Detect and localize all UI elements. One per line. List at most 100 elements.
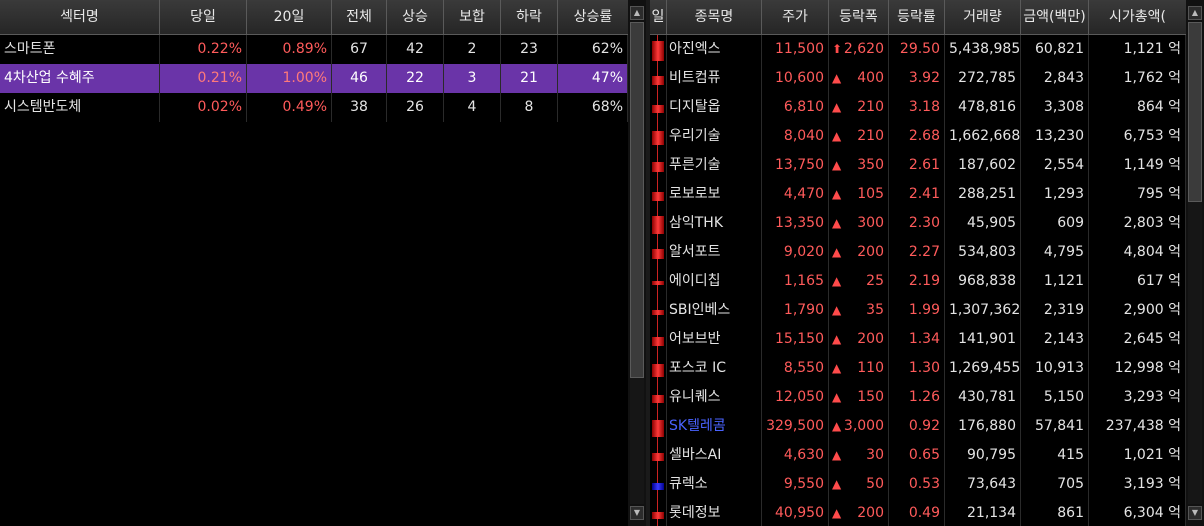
stock-row[interactable]: 푸른기술 13,750 ▲ 350 2.61 187,602 2,554 1,149 억 (650, 151, 1186, 180)
stock-row[interactable]: SK텔레콤 329,500 ▲ 3,000 0.92 176,880 57,841 237,4… (650, 412, 1186, 441)
header-today[interactable]: 당일 (160, 0, 247, 34)
volume: 45,905 (945, 209, 1021, 238)
change-rate: 0.53 (889, 470, 945, 499)
stock-name[interactable]: SK텔레콤 (667, 412, 762, 441)
header-market-cap[interactable]: 시가총액( (1089, 0, 1186, 34)
market-cap: 237,438 억 (1089, 412, 1186, 441)
volume: 187,602 (945, 151, 1021, 180)
stock-name[interactable]: 어보브반 (667, 325, 762, 354)
header-day[interactable]: 일 (650, 0, 667, 34)
header-sector-name[interactable]: 섹터명 (0, 0, 160, 34)
change-amount: 35 (866, 302, 884, 318)
stock-name[interactable]: 푸른기술 (667, 151, 762, 180)
change-rate: 0.49 (889, 499, 945, 526)
stock-name[interactable]: 알서포트 (667, 238, 762, 267)
change-amount-cell: ▲ 110 (829, 354, 889, 383)
stock-name[interactable]: 디지탈옵 (667, 93, 762, 122)
change-amount: 110 (857, 360, 884, 376)
header-up-rate[interactable]: 상승률 (558, 0, 628, 34)
stock-name[interactable]: 로보로보 (667, 180, 762, 209)
stock-row[interactable]: 디지탈옵 6,810 ▲ 210 3.18 478,816 3,308 864 억 (650, 93, 1186, 122)
header-price[interactable]: 주가 (762, 0, 829, 34)
stock-scrollbar[interactable]: ▲ ▼ (1186, 0, 1204, 526)
day-indicator (650, 412, 667, 441)
stock-row[interactable]: 어보브반 15,150 ▲ 200 1.34 141,901 2,143 2,645 억 (650, 325, 1186, 354)
up-arrow-icon: ▲ (832, 448, 842, 462)
change-amount-cell: ▲ 200 (829, 325, 889, 354)
day-indicator (650, 93, 667, 122)
header-amount[interactable]: 금액(백만) (1021, 0, 1089, 34)
scroll-thumb[interactable] (630, 22, 644, 378)
sector-table-header: 섹터명 당일 20일 전체 상승 보합 하락 상승률 (0, 0, 628, 35)
indicator-bar (652, 105, 664, 113)
day-indicator (650, 151, 667, 180)
stock-row[interactable]: 삼익THK 13,350 ▲ 300 2.30 45,905 609 2,803 억 (650, 209, 1186, 238)
stock-row[interactable]: 포스코 IC 8,550 ▲ 110 1.30 1,269,455 10,913 12,998… (650, 354, 1186, 383)
change-rate: 1.30 (889, 354, 945, 383)
scroll-up-arrow-icon[interactable]: ▲ (1188, 6, 1202, 20)
stock-row[interactable]: 우리기술 8,040 ▲ 210 2.68 1,662,668 13,230 6,753 억 (650, 122, 1186, 151)
indicator-bar (652, 41, 664, 61)
sector-row[interactable]: 4차산업 수혜주 0.21% 1.00% 46 22 3 21 47% (0, 64, 628, 93)
stock-row[interactable]: 유니퀘스 12,050 ▲ 150 1.26 430,781 5,150 3,293 억 (650, 383, 1186, 412)
change-amount: 3,000 (843, 418, 884, 434)
sector-scrollbar[interactable]: ▲ ▼ (628, 0, 646, 526)
header-total[interactable]: 전체 (332, 0, 387, 34)
price: 9,550 (762, 470, 829, 499)
day-indicator (650, 354, 667, 383)
day-indicator (650, 64, 667, 93)
stock-rows: 아진엑스 11,500 ⬆ 2,620 29.50 5,438,985 60,821 1,12… (650, 35, 1186, 526)
scroll-down-arrow-icon[interactable]: ▼ (630, 506, 644, 520)
stock-row[interactable]: SBI인베스 1,790 ▲ 35 1.99 1,307,362 2,319 2,900 억 (650, 296, 1186, 325)
sector-rows: 스마트폰 0.22% 0.89% 67 42 2 23 62% 4차산업 수혜주 0.21% 1.0… (0, 35, 628, 122)
down-count: 21 (501, 64, 558, 93)
stock-row[interactable]: 롯데정보 40,950 ▲ 200 0.49 21,134 861 6,304 억 (650, 499, 1186, 526)
up-arrow-icon: ▲ (832, 129, 842, 143)
header-20day[interactable]: 20일 (247, 0, 332, 34)
price: 12,050 (762, 383, 829, 412)
stock-name[interactable]: 포스코 IC (667, 354, 762, 383)
header-change-rate[interactable]: 등락률 (889, 0, 945, 34)
scroll-thumb[interactable] (1188, 22, 1202, 202)
stock-name[interactable]: SBI인베스 (667, 296, 762, 325)
up-rate: 47% (558, 64, 628, 93)
change-amount: 25 (866, 273, 884, 289)
stock-name[interactable]: 롯데정보 (667, 499, 762, 526)
up-arrow-icon: ▲ (832, 303, 842, 317)
header-stock-name[interactable]: 종목명 (667, 0, 762, 34)
change-amount-cell: ▲ 25 (829, 267, 889, 296)
stock-row[interactable]: 비트컴퓨 10,600 ▲ 400 3.92 272,785 2,843 1,762 억 (650, 64, 1186, 93)
price: 8,550 (762, 354, 829, 383)
sector-row[interactable]: 스마트폰 0.22% 0.89% 67 42 2 23 62% (0, 35, 628, 64)
change-amount-cell: ▲ 210 (829, 93, 889, 122)
stock-row[interactable]: 아진엑스 11,500 ⬆ 2,620 29.50 5,438,985 60,821 1,12… (650, 35, 1186, 64)
stock-row[interactable]: 셀바스AI 4,630 ▲ 30 0.65 90,795 415 1,021 억 (650, 441, 1186, 470)
stock-name[interactable]: 에이디칩 (667, 267, 762, 296)
stock-name[interactable]: 우리기술 (667, 122, 762, 151)
change-amount-cell: ▲ 35 (829, 296, 889, 325)
header-change[interactable]: 등락폭 (829, 0, 889, 34)
stock-row[interactable]: 에이디칩 1,165 ▲ 25 2.19 968,838 1,121 617 억 (650, 267, 1186, 296)
market-cap: 2,803 억 (1089, 209, 1186, 238)
header-flat[interactable]: 보합 (444, 0, 501, 34)
stock-row[interactable]: 알서포트 9,020 ▲ 200 2.27 534,803 4,795 4,804 억 (650, 238, 1186, 267)
price: 15,150 (762, 325, 829, 354)
header-up[interactable]: 상승 (387, 0, 444, 34)
day-indicator (650, 122, 667, 151)
stock-name[interactable]: 비트컴퓨 (667, 64, 762, 93)
stock-name[interactable]: 큐렉소 (667, 470, 762, 499)
stock-name[interactable]: 아진엑스 (667, 35, 762, 64)
change-amount: 300 (857, 215, 884, 231)
scroll-down-arrow-icon[interactable]: ▼ (1188, 506, 1202, 520)
header-volume[interactable]: 거래량 (945, 0, 1021, 34)
header-down[interactable]: 하락 (501, 0, 558, 34)
scroll-up-arrow-icon[interactable]: ▲ (630, 6, 644, 20)
stock-name[interactable]: 삼익THK (667, 209, 762, 238)
up-arrow-icon: ▲ (832, 361, 842, 375)
stock-row[interactable]: 로보로보 4,470 ▲ 105 2.41 288,251 1,293 795 억 (650, 180, 1186, 209)
sector-row[interactable]: 시스템반도체 0.02% 0.49% 38 26 4 8 68% (0, 93, 628, 122)
stock-name[interactable]: 셀바스AI (667, 441, 762, 470)
stock-name[interactable]: 유니퀘스 (667, 383, 762, 412)
stock-row[interactable]: 큐렉소 9,550 ▲ 50 0.53 73,643 705 3,193 억 (650, 470, 1186, 499)
up-rate: 68% (558, 93, 628, 122)
